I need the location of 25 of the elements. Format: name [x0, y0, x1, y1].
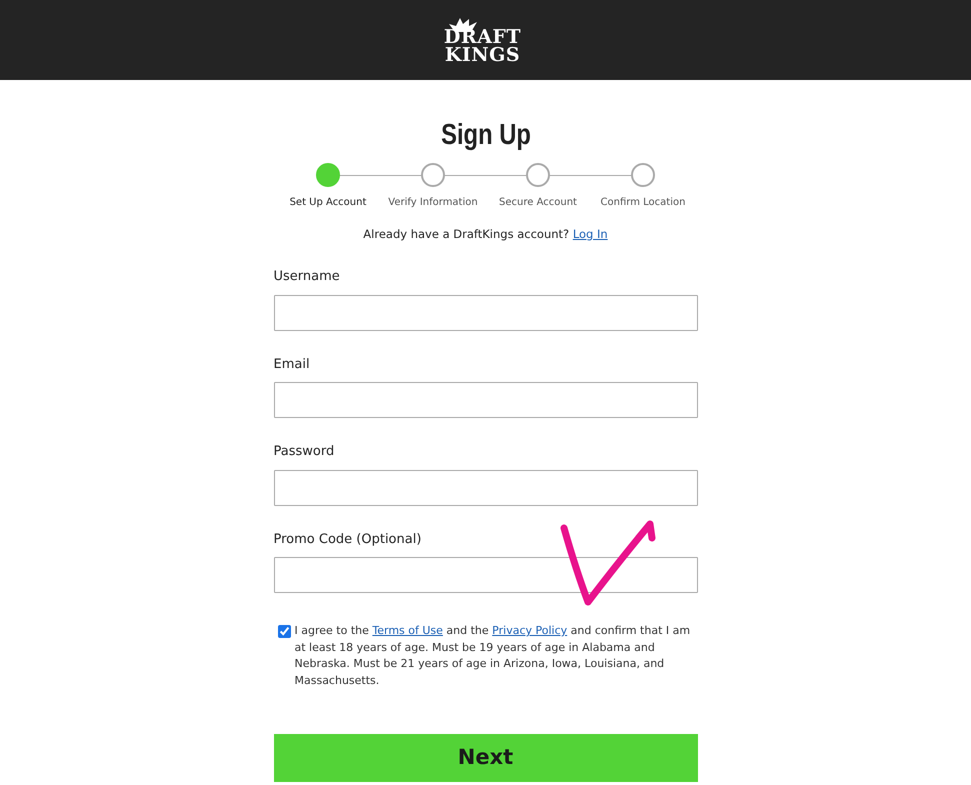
step-indicator[interactable] — [421, 162, 445, 187]
consent-text: I agree to the Terms of Use and the Privacy Policy and confirm that I am at least 18 years of age. Must be 19 years of age in Alabama and Nebraska. Must be 21 years of age in Arizona, Iowa, Louisiana, and Massachusetts. — [294, 623, 692, 689]
field-label: Promo Code (Optional) — [274, 530, 422, 549]
input-field[interactable] — [274, 557, 698, 594]
step-indicator[interactable] — [526, 162, 550, 187]
step-label: Set Up Account — [290, 196, 366, 210]
policy-link[interactable]: Privacy Policy — [492, 624, 568, 638]
step-label: Confirm Location — [600, 196, 686, 210]
step-indicator[interactable] — [631, 162, 655, 187]
logo-text: KINGS — [444, 46, 522, 64]
field-label: Password — [274, 443, 336, 462]
field-label: Email — [274, 356, 311, 374]
input-field[interactable] — [274, 470, 698, 506]
page-title: Sign Up — [440, 118, 532, 153]
policy-link[interactable]: Terms of Use — [372, 624, 443, 638]
input-field[interactable] — [274, 294, 698, 331]
step-label: Verify Information — [388, 196, 478, 210]
consent-checkbox[interactable] — [278, 625, 290, 638]
input-field[interactable] — [274, 382, 698, 418]
field-label: Username — [274, 268, 341, 286]
login-link[interactable]: Log In — [572, 226, 608, 241]
step-label: Secure Account — [499, 196, 577, 210]
next-button[interactable]: Next — [274, 734, 698, 782]
step-indicator[interactable] — [316, 162, 340, 187]
login-prompt: Already have a DraftKings account? — [363, 226, 570, 241]
